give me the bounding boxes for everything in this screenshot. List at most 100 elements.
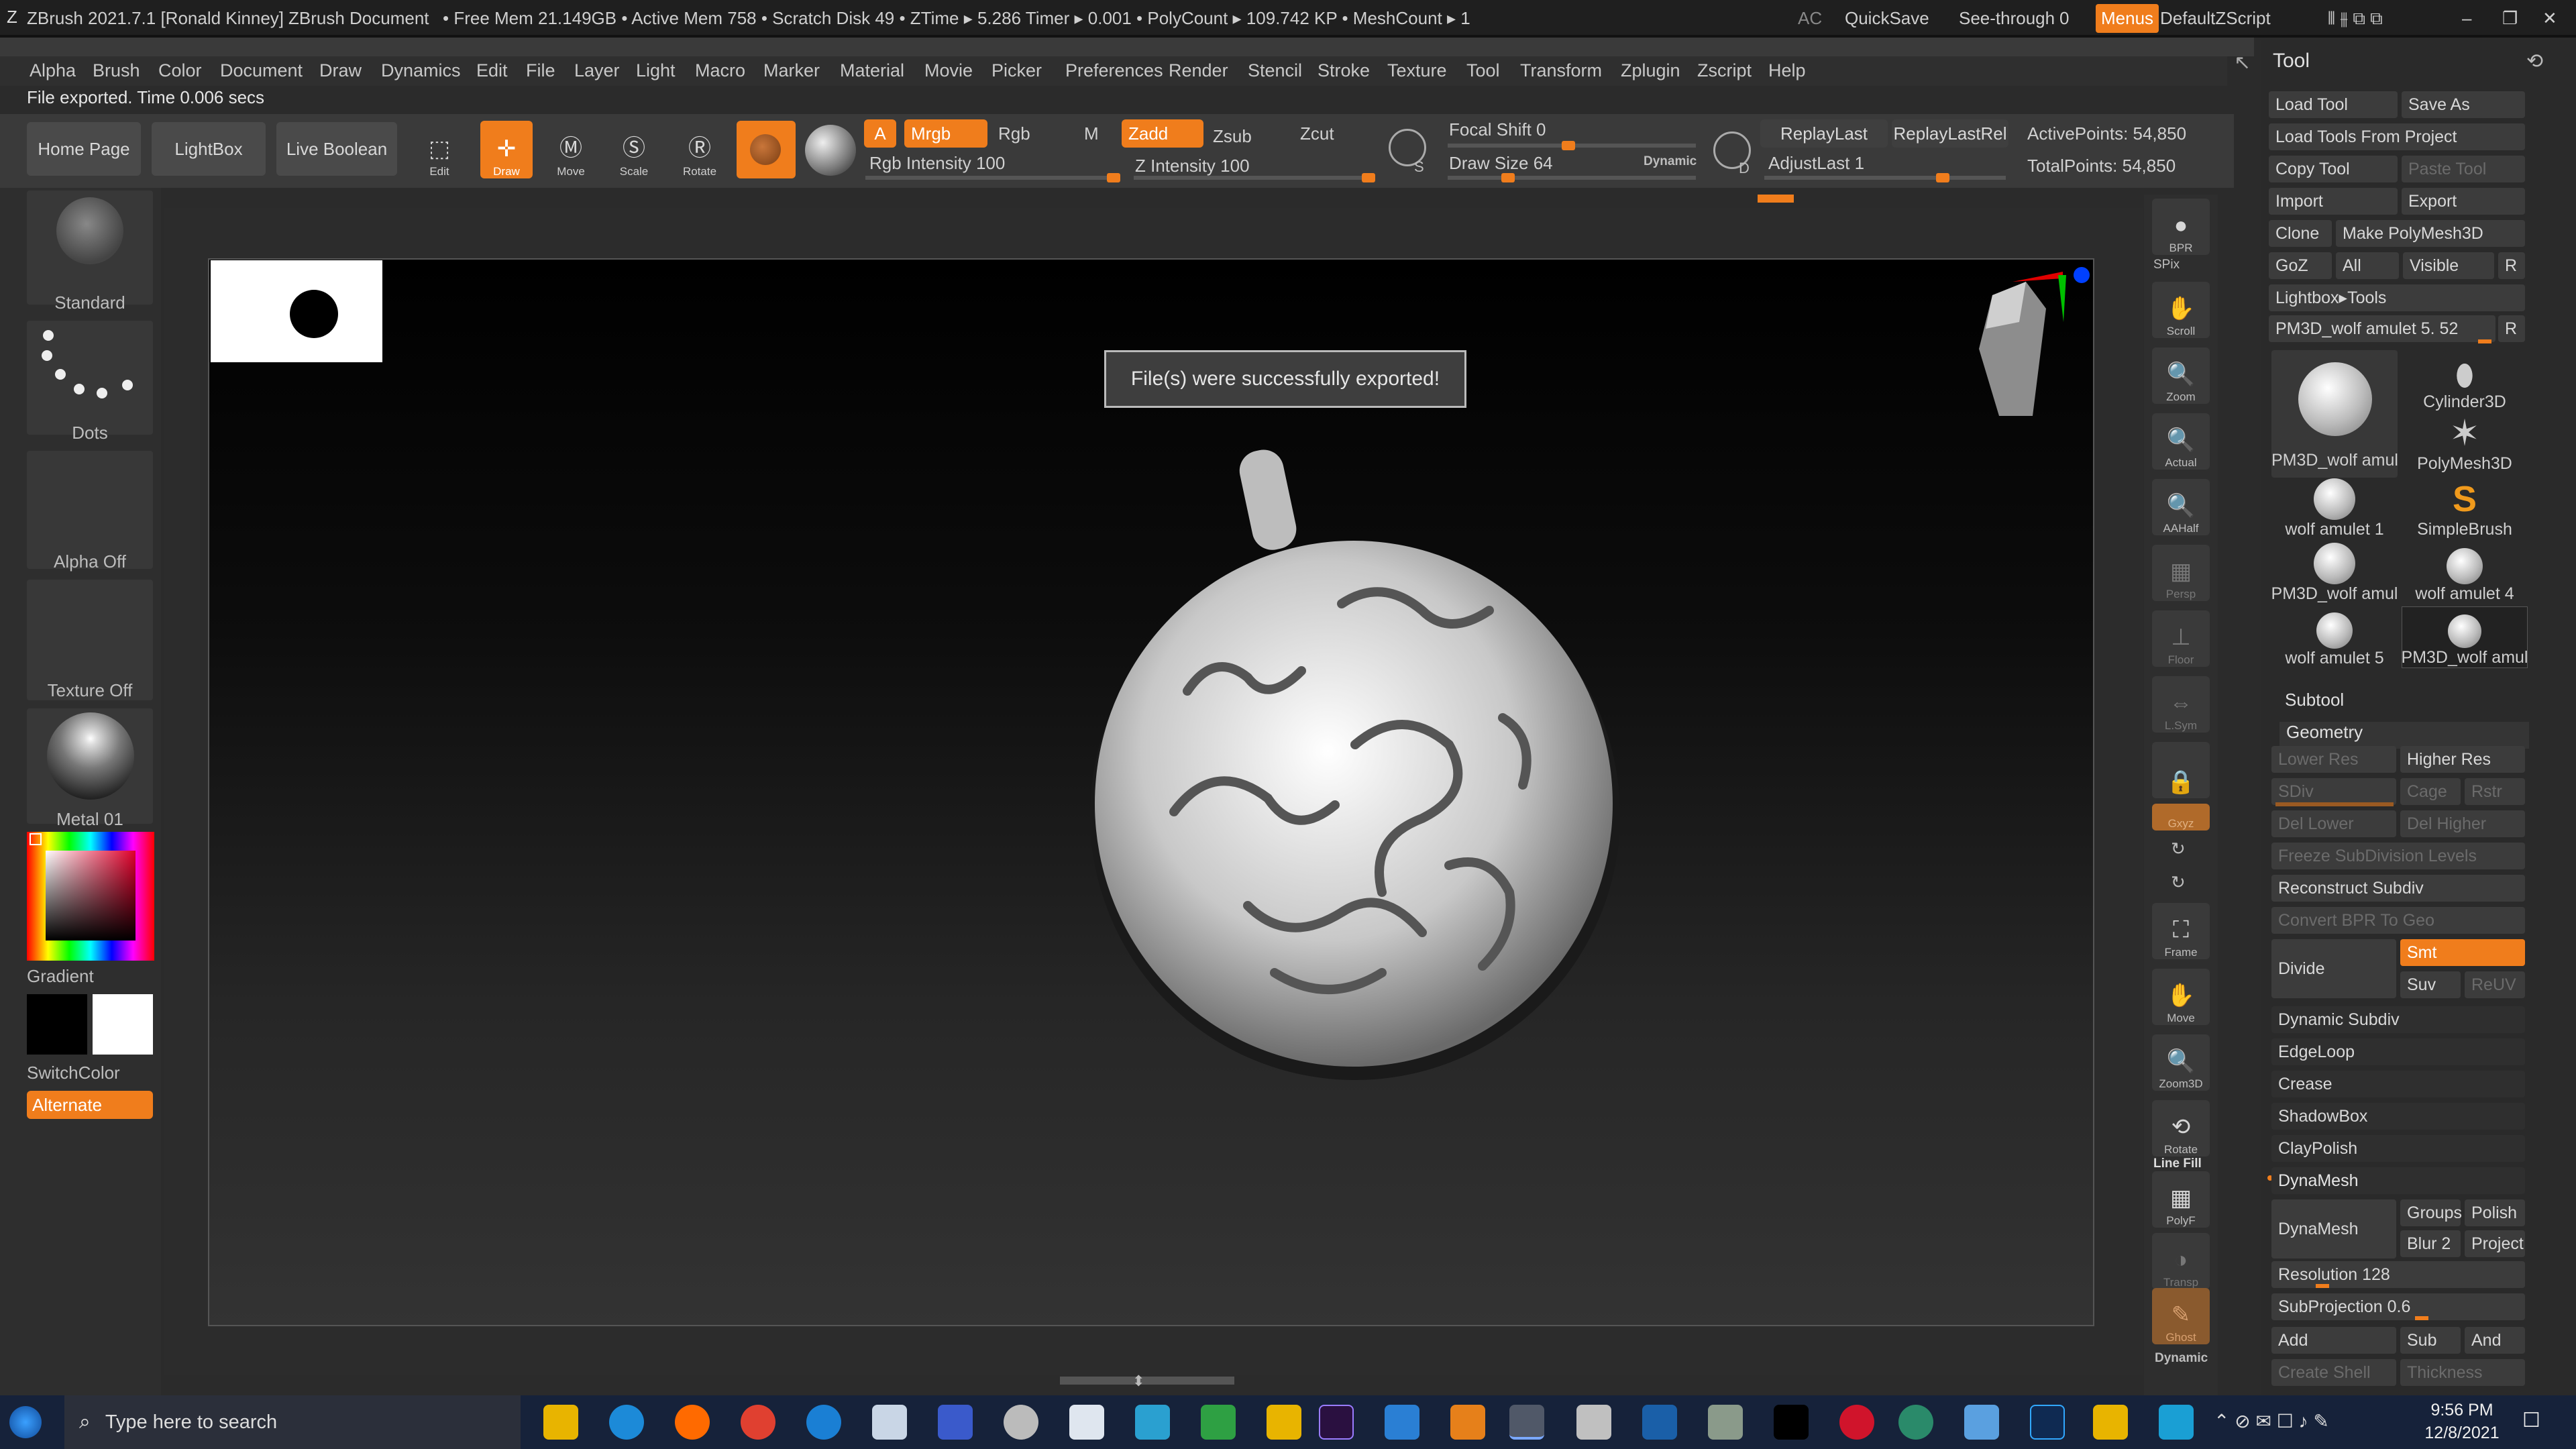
load-tools-from-project-button[interactable]: Load Tools From Project (2269, 123, 2525, 150)
tool-thumb-cylinder3d[interactable]: ⬮ Cylinder3D (2402, 347, 2528, 412)
freeze-subdivision-button[interactable]: Freeze SubDivision Levels (2271, 843, 2525, 869)
app-icon-black[interactable] (1774, 1405, 1809, 1440)
color-sphere-icon[interactable] (805, 125, 856, 176)
menu-preferences[interactable]: Preferences (1065, 60, 1163, 81)
brush-selector[interactable] (27, 191, 153, 305)
color-picker-hue-ring[interactable] (27, 832, 154, 961)
bpr-button[interactable]: ● BPR (2152, 199, 2210, 255)
transp-button[interactable]: ◑ Transp (2152, 1233, 2210, 1289)
divide-button[interactable]: Divide (2271, 939, 2396, 998)
local-symmetry-button[interactable]: ⇔ L.Sym (2152, 676, 2210, 733)
color-picker-marker[interactable] (30, 833, 42, 845)
tool-thumb-polymesh3d[interactable]: ✶ PolyMesh3D (2402, 412, 2528, 474)
lower-res-button[interactable]: Lower Res (2271, 746, 2396, 773)
opera-icon[interactable] (1839, 1405, 1874, 1440)
dynamic-subdiv-header[interactable]: Dynamic Subdiv (2271, 1006, 2525, 1033)
mail-icon[interactable] (872, 1405, 907, 1440)
file-explorer-icon[interactable] (543, 1405, 578, 1440)
frame-button[interactable]: ⛶ Frame (2152, 903, 2210, 959)
reconstruct-subdiv-button[interactable]: Reconstruct Subdiv (2271, 875, 2525, 902)
goz-button[interactable]: GoZ (2269, 252, 2332, 279)
toolbar-scroll-indicator[interactable] (1758, 195, 1794, 203)
menu-draw[interactable]: Draw (319, 60, 362, 81)
menu-stencil[interactable]: Stencil (1248, 60, 1302, 81)
adjust-last-slider[interactable] (1764, 173, 2006, 182)
zoom-button[interactable]: 🔍 Zoom (2152, 347, 2210, 404)
minimize-icon[interactable]: – (2462, 8, 2471, 29)
edge-icon[interactable] (609, 1405, 644, 1440)
menu-file[interactable]: File (526, 60, 555, 81)
rstr-button[interactable]: Rstr (2465, 778, 2525, 805)
draw-button[interactable]: ✛ Draw (480, 121, 533, 178)
copy-tool-button[interactable]: Copy Tool (2269, 156, 2398, 182)
default-zscript-button[interactable]: DefaultZScript (2160, 8, 2271, 29)
thickness-slider[interactable]: Thickness (2400, 1359, 2525, 1386)
seethrough-label[interactable]: See-through (1959, 8, 2055, 29)
zsub-toggle[interactable]: Zsub (1213, 126, 1252, 147)
photoshop-icon[interactable] (2030, 1405, 2065, 1440)
orientation-gizmo[interactable] (1945, 255, 2100, 443)
tool-thumb-wolf-amulet-5[interactable]: wolf amulet 5 (2271, 606, 2398, 668)
aahalf-button[interactable]: 🔍 AAHalf (2152, 479, 2210, 535)
menu-light[interactable]: Light (636, 60, 676, 81)
del-higher-button[interactable]: Del Higher (2400, 810, 2525, 837)
menu-document[interactable]: Document (220, 60, 303, 81)
create-shell-button[interactable]: Create Shell (2271, 1359, 2396, 1386)
menus-button[interactable]: Menus (2096, 4, 2159, 33)
dynamic-view-label[interactable]: Dynamic (2155, 1351, 2208, 1366)
groups-toggle[interactable]: Groups (2400, 1199, 2462, 1226)
tool-thumb-pm3d-2[interactable]: PM3D_wolf amul (2271, 542, 2398, 604)
shadowbox-header[interactable]: ShadowBox (2271, 1103, 2525, 1130)
rotate-axis-2-icon[interactable]: ↻ (2171, 872, 2186, 893)
menu-picker[interactable]: Picker (991, 60, 1042, 81)
and-button[interactable]: And (2465, 1327, 2525, 1354)
menu-texture[interactable]: Texture (1387, 60, 1447, 81)
a-toggle[interactable]: A (864, 119, 896, 148)
menu-stroke[interactable]: Stroke (1318, 60, 1370, 81)
focal-shift-handle[interactable] (1562, 141, 1575, 150)
floor-button[interactable]: ⊥ Floor (2152, 610, 2210, 667)
menu-color[interactable]: Color (158, 60, 202, 81)
save-as-button[interactable]: Save As (2402, 91, 2525, 118)
rgb-toggle[interactable]: Rgb (998, 123, 1030, 144)
menu-macro[interactable]: Macro (695, 60, 745, 81)
menu-tool[interactable]: Tool (1466, 60, 1500, 81)
zadd-toggle[interactable]: Zadd (1122, 119, 1203, 148)
menu-alpha[interactable]: Alpha (30, 60, 76, 81)
menu-material[interactable]: Material (840, 60, 904, 81)
import-button[interactable]: Import (2269, 188, 2398, 215)
polish-toggle[interactable]: Polish (2465, 1199, 2525, 1226)
settings-app-icon[interactable] (1004, 1405, 1038, 1440)
tool-thumb-simplebrush[interactable]: S SimpleBrush (2402, 478, 2528, 539)
lightbox-tools-button[interactable]: Lightbox▸Tools (2269, 284, 2525, 311)
close-icon[interactable]: ✕ (2542, 8, 2557, 29)
seethrough-value[interactable]: 0 (2059, 8, 2069, 29)
replay-last-button[interactable]: ReplayLast (1760, 119, 1888, 148)
taskbar-date[interactable]: 12/8/2021 (2422, 1424, 2502, 1443)
menu-zplugin[interactable]: Zplugin (1621, 60, 1680, 81)
current-tool-slider-handle[interactable] (2478, 339, 2491, 343)
claypolish-header[interactable]: ClayPolish (2271, 1135, 2525, 1162)
interface-icons[interactable]: ⫴ ⫵ ⧉ ⧉ (2328, 8, 2383, 30)
higher-res-button[interactable]: Higher Res (2400, 746, 2525, 773)
export-button[interactable]: Export (2402, 188, 2525, 215)
color-picker-square[interactable] (46, 851, 136, 941)
paste-tool-button[interactable]: Paste Tool (2402, 156, 2525, 182)
subprojection-slider[interactable]: SubProjection 0.6 (2271, 1293, 2525, 1320)
palette-options-icon[interactable]: ⟲ (2526, 50, 2543, 73)
menu-render[interactable]: Render (1169, 60, 1228, 81)
smt-toggle[interactable]: Smt (2400, 939, 2525, 966)
blur-slider[interactable]: Blur 2 (2400, 1230, 2461, 1257)
tool-thumb-wolf-amulet-1[interactable]: wolf amulet 1 (2271, 478, 2398, 539)
notification-center-icon[interactable]: ☐ (2522, 1409, 2540, 1432)
firefox-icon[interactable] (675, 1405, 710, 1440)
taskbar-search-box[interactable]: ⌕ Type here to search (64, 1395, 521, 1449)
dynamesh-button[interactable]: DynaMesh (2271, 1199, 2396, 1258)
convert-bpr-button[interactable]: Convert BPR To Geo (2271, 907, 2525, 934)
actual-button[interactable]: 🔍 Actual (2152, 413, 2210, 470)
menu-brush[interactable]: Brush (93, 60, 140, 81)
goz-all-button[interactable]: All (2336, 252, 2399, 279)
primary-color-swatch[interactable] (27, 994, 87, 1055)
wolf-amulet-model[interactable] (1073, 436, 1637, 1080)
goz-r-button[interactable]: R (2498, 252, 2525, 279)
